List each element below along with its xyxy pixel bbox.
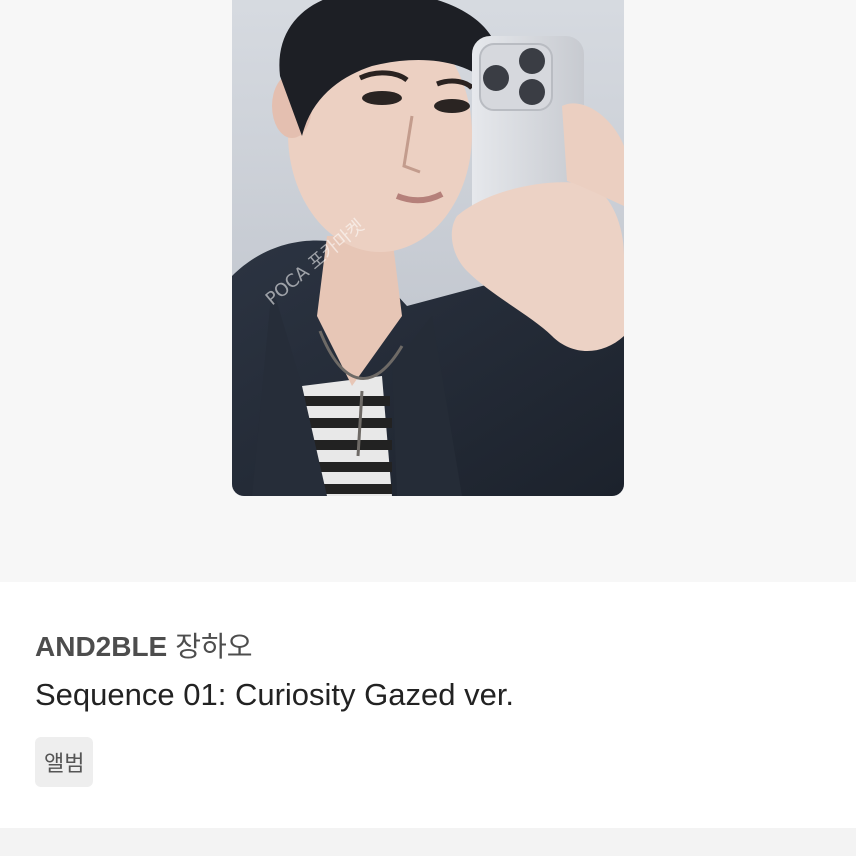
product-info: AND2BLE 장하오 Sequence 01: Curiosity Gazed … xyxy=(0,582,856,828)
album-title: Sequence 01: Curiosity Gazed ver. xyxy=(35,677,515,712)
category-tag[interactable]: 앨범 xyxy=(35,737,94,787)
artist-row: AND2BLE 장하오 xyxy=(35,630,253,664)
category-tag-label: 앨범 xyxy=(44,751,85,776)
product-detail-screen: POCA 포카마켓 AND2BLE 장하오 Sequence 01: Curios… xyxy=(0,0,856,856)
member-name: 장하오 xyxy=(175,631,253,662)
photo-area: POCA 포카마켓 xyxy=(0,0,856,582)
group-name: AND2BLE xyxy=(35,631,168,662)
section-divider xyxy=(0,828,856,856)
photocard-image[interactable]: POCA 포카마켓 xyxy=(232,0,624,496)
photocard-illustration: POCA 포카마켓 xyxy=(232,0,624,496)
